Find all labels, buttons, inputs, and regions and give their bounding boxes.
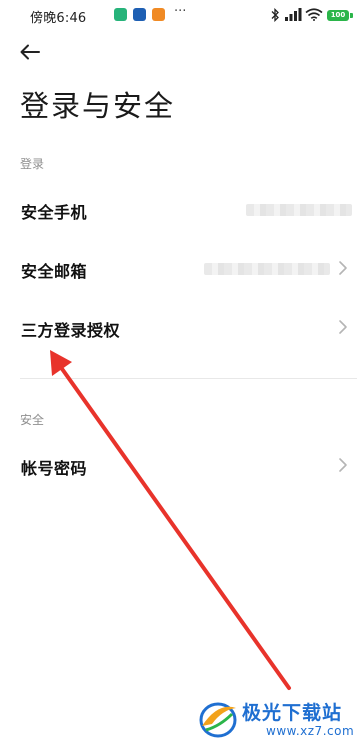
battery-level: 100 — [330, 11, 346, 19]
row-label: 帐号密码 — [21, 459, 88, 478]
status-time: 傍晚6:46 — [30, 11, 87, 26]
page-title: 登录与安全 — [20, 89, 176, 123]
section-label-login: 登录 — [20, 157, 45, 171]
battery-tip — [350, 13, 353, 18]
row-account-password[interactable]: 帐号密码 — [0, 440, 357, 490]
section-divider — [20, 378, 357, 379]
watermark: 极光下载站 www.xz7.com — [196, 694, 357, 749]
bluetooth-icon — [271, 8, 279, 22]
status-bar: 傍晚6:46 ··· 100 — [0, 0, 357, 32]
chevron-right-icon — [339, 320, 347, 334]
app-notification-icon — [114, 8, 127, 21]
battery-icon: 100 — [327, 10, 349, 21]
wifi-icon — [305, 8, 323, 21]
row-third-party-login[interactable]: 三方登录授权 — [0, 302, 357, 352]
watermark-name: 极光下载站 — [242, 702, 343, 724]
chevron-right-icon — [339, 261, 347, 275]
section-label-security: 安全 — [20, 413, 45, 427]
chevron-right-icon — [339, 458, 347, 472]
row-label: 安全邮箱 — [21, 262, 88, 281]
more-notifications-icon: ··· — [174, 4, 187, 19]
app-notification-icon — [133, 8, 146, 21]
row-label: 三方登录授权 — [21, 321, 121, 340]
row-label: 安全手机 — [21, 203, 88, 222]
watermark-url: www.xz7.com — [266, 724, 355, 738]
blurred-value — [246, 204, 352, 216]
row-security-phone[interactable]: 安全手机 — [0, 184, 357, 234]
back-button[interactable] — [18, 40, 46, 66]
signal-icon — [285, 8, 302, 21]
back-arrow-icon — [20, 44, 40, 60]
app-notification-icon — [152, 8, 165, 21]
watermark-logo-icon — [199, 702, 237, 738]
blurred-value — [204, 263, 330, 275]
row-security-email[interactable]: 安全邮箱 — [0, 243, 357, 293]
